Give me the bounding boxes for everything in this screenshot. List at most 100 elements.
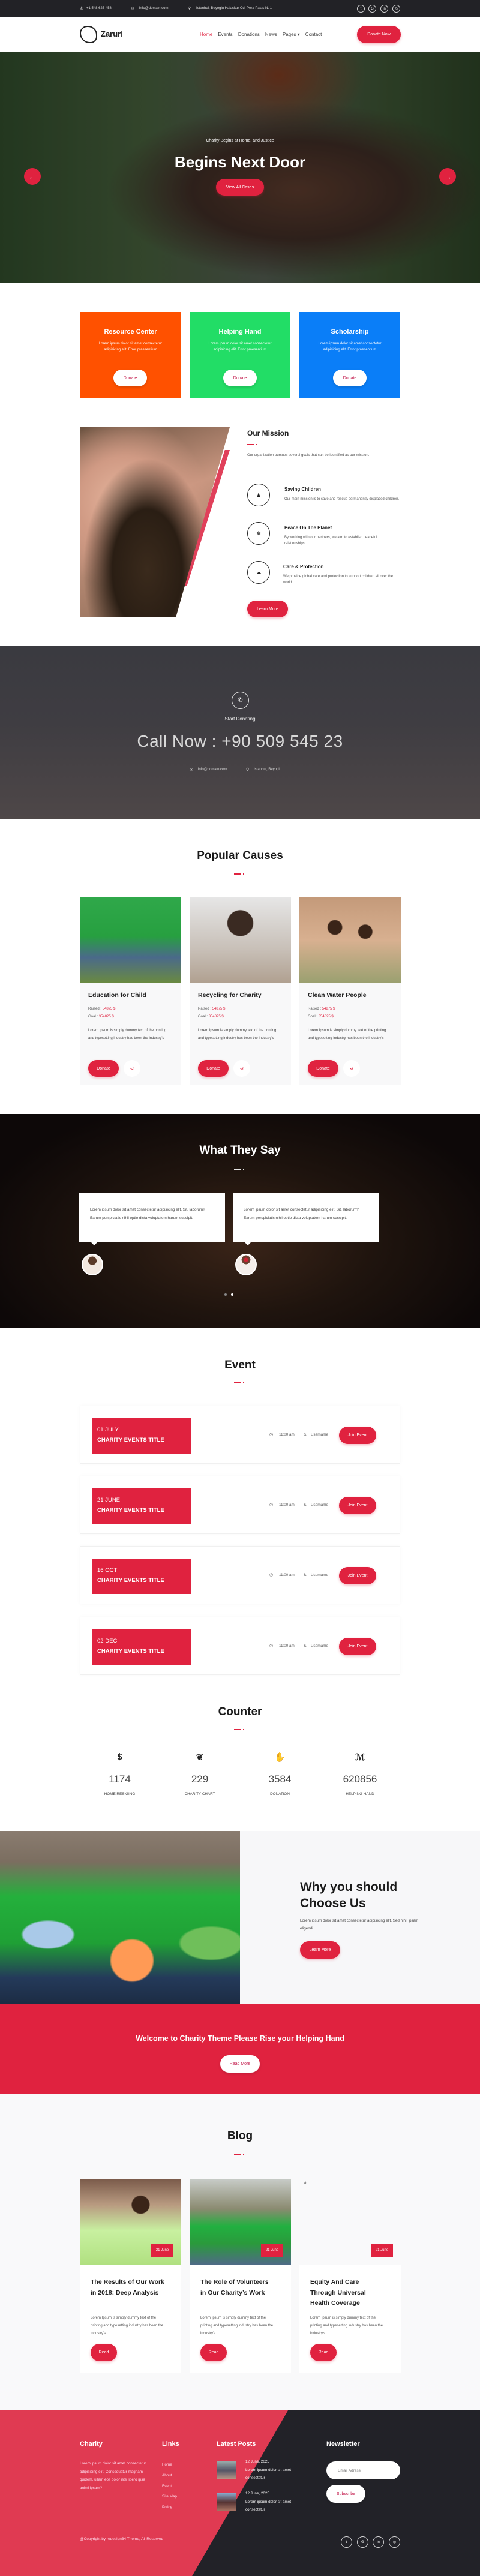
google-icon[interactable]: G — [357, 2536, 368, 2548]
goal-label: Goal : — [198, 1015, 209, 1019]
top-bar: ✆ +1 548 625 458 ✉ info@domain.com ⚲ Ist… — [0, 0, 480, 17]
user-icon: ♙ — [303, 1433, 307, 1437]
blog-post-title[interactable]: The Results of Our Work in 2018: Deep An… — [91, 2277, 166, 2298]
nav-events[interactable]: Events — [218, 32, 232, 37]
call-label: Start Donating — [224, 716, 256, 722]
donate-button[interactable]: Donate — [88, 1060, 119, 1077]
read-button[interactable]: Read — [310, 2344, 337, 2361]
learn-more-button[interactable]: Learn More — [300, 1941, 340, 1959]
goal-value: 354825 $ — [98, 1015, 114, 1019]
linkedin-icon[interactable]: in — [380, 5, 388, 13]
nav-news[interactable]: News — [265, 32, 277, 37]
blog-card: # 21 June Equity And Care Through Univer… — [299, 2179, 401, 2373]
newsletter-email-input[interactable] — [326, 2461, 400, 2479]
read-button[interactable]: Read — [91, 2344, 117, 2361]
event-title[interactable]: CHARITY EVENTS TITLE — [97, 1577, 186, 1584]
cause-title[interactable]: Recycling for Charity — [198, 992, 262, 999]
linkedin-icon[interactable]: in — [373, 2536, 384, 2548]
instagram-icon[interactable]: ◎ — [392, 5, 400, 13]
slider-dot-active[interactable] — [231, 1293, 233, 1296]
slider-dot[interactable] — [224, 1293, 227, 1296]
post-thumbnail — [217, 2493, 236, 2511]
counter-value: 620856 — [343, 1773, 377, 1785]
event-title[interactable]: CHARITY EVENTS TITLE — [97, 1648, 186, 1655]
site-footer: Charity Lorem ipsum dolor sit amet conse… — [0, 2410, 480, 2576]
blog-card: 21 June The Role of Volunteers in Our Ch… — [190, 2179, 291, 2373]
event-time: 11:00 am — [279, 1573, 295, 1577]
footer-link-home[interactable]: Home — [162, 2460, 177, 2470]
donate-button[interactable]: Donate — [113, 370, 147, 386]
nav-contact[interactable]: Contact — [305, 32, 322, 37]
nav-pages[interactable]: Pages ▾ — [283, 32, 300, 37]
logo-icon[interactable] — [80, 26, 97, 43]
brand-name[interactable]: Zaruri — [101, 29, 123, 38]
mission-section: Our Mission Our organization pursues sev… — [0, 418, 480, 646]
call-email[interactable]: info@domain.com — [198, 768, 227, 771]
cause-title[interactable]: Education for Child — [88, 992, 146, 999]
raised-value: 54875 $ — [212, 1007, 226, 1011]
blog-post-title[interactable]: Equity And Care Through Universal Health… — [310, 2277, 385, 2309]
post-thumbnail — [217, 2461, 236, 2479]
join-event-button[interactable]: Join Event — [339, 1567, 376, 1584]
goal-value: 354825 $ — [208, 1015, 224, 1019]
cause-raised: Raised : 54875 $ — [88, 1007, 115, 1011]
share-icon[interactable]: ⋖ — [343, 1060, 360, 1077]
blog-post-title[interactable]: The Role of Volunteers in Our Charity’s … — [200, 2277, 275, 2298]
topbar-email[interactable]: info@domain.com — [139, 7, 168, 10]
footer-link-event[interactable]: Event — [162, 2481, 177, 2492]
banner-text: Welcome to Charity Theme Please Rise you… — [136, 2034, 344, 2043]
footer-link-sitemap[interactable]: Site Map — [162, 2491, 177, 2502]
share-icon[interactable]: ⋖ — [124, 1060, 140, 1077]
cause-title[interactable]: Clean Water People — [308, 992, 367, 999]
post-text: Lorem ipsum dolor sit amet consectetur — [245, 2468, 291, 2480]
learn-more-button[interactable]: Learn More — [247, 601, 288, 617]
donate-button[interactable]: Donate — [333, 370, 367, 386]
event-date: 02 DEC — [97, 1638, 118, 1644]
google-icon[interactable]: G — [368, 5, 376, 13]
mission-item-text: We provide global care and protection to… — [283, 575, 393, 584]
mission-item-text: Our main mission is to save and rescue p… — [284, 497, 400, 501]
clock-icon: ◷ — [269, 1573, 274, 1577]
mission-item: ☁ Care & Protection We provide global ca… — [247, 561, 403, 588]
join-event-button[interactable]: Join Event — [339, 1638, 376, 1655]
topbar-phone[interactable]: +1 548 625 458 — [86, 7, 112, 10]
feature-title: Scholarship — [331, 328, 369, 335]
why-section: Why you should Choose Us Lorem ipsum dol… — [0, 1831, 480, 2004]
next-slide-arrow-icon[interactable]: → — [439, 168, 456, 185]
footer-links-title: Links — [162, 2440, 179, 2448]
instagram-icon[interactable]: ◎ — [389, 2536, 400, 2548]
join-event-button[interactable]: Join Event — [339, 1427, 376, 1444]
signature-icon: ℳ — [355, 1752, 365, 1763]
cause-card: Recycling for Charity Raised : 54875 $ G… — [190, 897, 291, 1085]
donate-button[interactable]: Donate — [223, 370, 257, 386]
footer-link-about[interactable]: About — [162, 2470, 177, 2481]
prev-slide-arrow-icon[interactable]: ← — [24, 168, 41, 185]
mission-title: Our Mission — [247, 429, 289, 437]
post-date: 12 June, 2025 — [245, 2460, 269, 2464]
read-button[interactable]: Read — [200, 2344, 227, 2361]
donate-now-button[interactable]: Donate Now — [357, 26, 401, 43]
call-headline[interactable]: Call Now : +90 509 545 23 — [0, 732, 480, 751]
donate-button[interactable]: Donate — [198, 1060, 229, 1077]
join-event-button[interactable]: Join Event — [339, 1497, 376, 1514]
nav-donations[interactable]: Donations — [238, 32, 260, 37]
view-all-cases-button[interactable]: View All Cases — [216, 179, 264, 196]
email-icon: ✉ — [131, 7, 134, 11]
cause-goal: Goal : 354825 $ — [198, 1015, 224, 1019]
nav-home[interactable]: Home — [200, 32, 212, 37]
event-title[interactable]: CHARITY EVENTS TITLE — [97, 1507, 186, 1514]
subscribe-button[interactable]: Subscribe — [326, 2485, 365, 2503]
twitter-icon[interactable]: t — [341, 2536, 352, 2548]
footer-link-policy[interactable]: Policy — [162, 2502, 177, 2513]
read-more-button[interactable]: Read More — [220, 2055, 260, 2073]
event-title[interactable]: CHARITY EVENTS TITLE — [97, 1437, 186, 1443]
share-icon[interactable]: ⋖ — [233, 1060, 250, 1077]
counter-divider — [234, 1729, 246, 1731]
chevron-down-icon: ▾ — [297, 32, 300, 37]
cause-card: Education for Child Raised : 54875 $ Goa… — [80, 897, 181, 1085]
event-user: Username — [311, 1573, 329, 1577]
footer-post[interactable]: 12 June, 2025 Lorem ipsum dolor sit amet… — [217, 2491, 313, 2515]
donate-button[interactable]: Donate — [308, 1060, 338, 1077]
twitter-icon[interactable]: t — [357, 5, 365, 13]
footer-post[interactable]: 12 June, 2025 Lorem ipsum dolor sit amet… — [217, 2460, 313, 2484]
